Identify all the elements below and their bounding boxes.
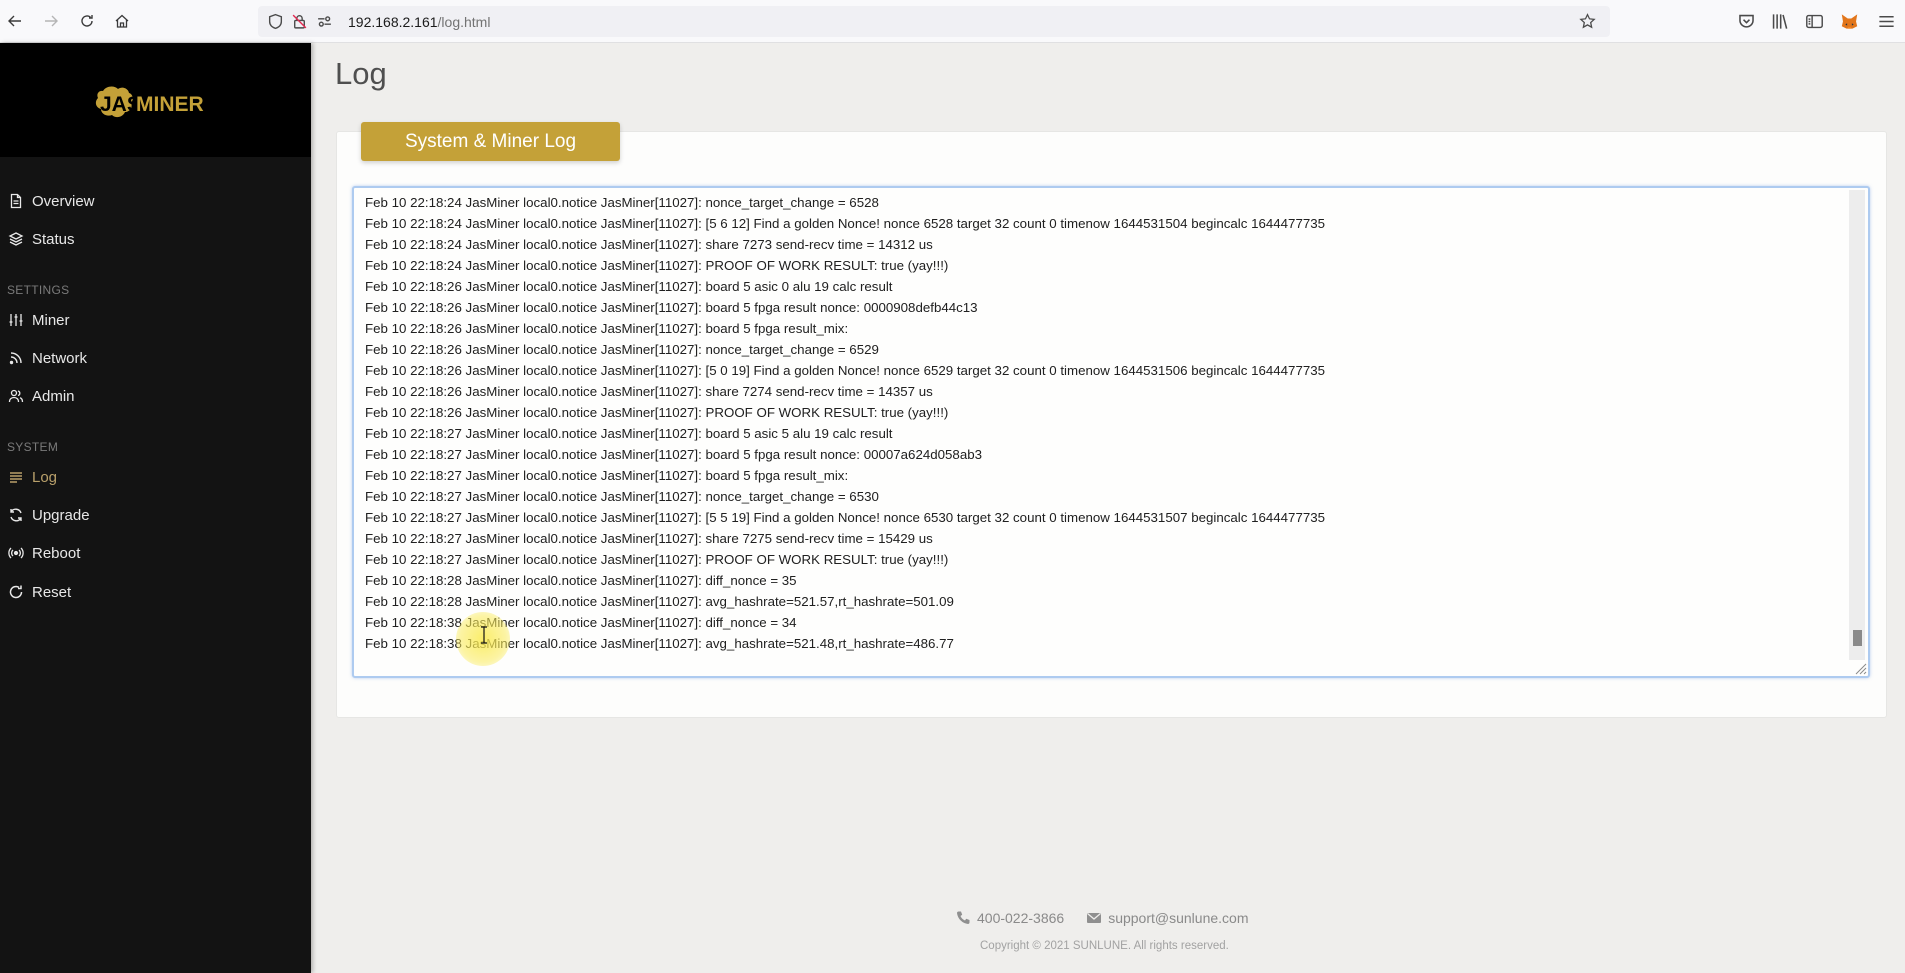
log-line: Feb 10 22:18:27 JasMiner local0.notice J… (365, 489, 879, 504)
log-line: Feb 10 22:18:26 JasMiner local0.notice J… (365, 321, 849, 336)
browser-toolbar: 192.168.2.161/log.html (0, 0, 1905, 43)
metamask-fox-icon[interactable] (1840, 12, 1859, 31)
users-icon (7, 388, 24, 405)
arrow-left-icon (8, 15, 21, 27)
reload-icon (81, 15, 93, 27)
document-icon (7, 193, 24, 210)
back-button[interactable] (4, 10, 26, 32)
logo-text-miner: MINER (136, 93, 204, 116)
log-line: Feb 10 22:18:26 JasMiner local0.notice J… (365, 342, 879, 357)
home-icon (115, 14, 129, 28)
sidebar-item-label: Log (32, 468, 58, 486)
log-lines: Feb 10 22:18:24 JasMiner local0.notice J… (365, 192, 1325, 654)
mail-icon (1087, 913, 1102, 923)
log-textarea[interactable]: Feb 10 22:18:24 JasMiner local0.notice J… (352, 186, 1870, 678)
log-line: Feb 10 22:18:24 JasMiner local0.notice J… (365, 216, 1326, 231)
log-line: Feb 10 22:18:27 JasMiner local0.notice J… (365, 531, 933, 546)
sidebar-item-overview[interactable]: Overview (7, 189, 95, 213)
log-line: Feb 10 22:18:27 JasMiner local0.notice J… (365, 552, 949, 567)
shield-icon[interactable] (267, 13, 284, 30)
copyright-text: Copyright © 2021 SUNLUNE. All rights res… (980, 940, 1229, 952)
sidebar-item-log[interactable]: Log (7, 465, 57, 489)
log-scrollbar-thumb[interactable] (1853, 630, 1862, 646)
resize-grip-icon[interactable] (1853, 661, 1867, 675)
text-cursor-icon (481, 626, 487, 644)
logo-area: JAS MINER (0, 43, 311, 157)
url-bar[interactable]: 192.168.2.161/log.html (258, 6, 1610, 37)
url-text[interactable]: 192.168.2.161/log.html (348, 14, 490, 30)
log-line: Feb 10 22:18:24 JasMiner local0.notice J… (365, 258, 949, 273)
footer-contact: 400-022-3866 support@sunlune.com (955, 910, 1248, 926)
sidebar-item-network[interactable]: Network (7, 346, 87, 370)
log-line: Feb 10 22:18:28 JasMiner local0.notice J… (365, 594, 954, 609)
sidebar-item-label: Reset (32, 583, 72, 601)
sidebar-toggle-icon[interactable] (1805, 12, 1824, 31)
sidebar-item-miner[interactable]: Miner (7, 308, 70, 332)
log-line: Feb 10 22:18:26 JasMiner local0.notice J… (365, 405, 949, 420)
layers-icon (7, 231, 24, 248)
log-line: Feb 10 22:18:27 JasMiner local0.notice J… (365, 426, 893, 441)
sidebar: JAS MINER Overview Status SETTINGS Miner… (0, 43, 311, 973)
log-line: Feb 10 22:18:24 JasMiner local0.notice J… (365, 237, 933, 252)
menu-hamburger-icon[interactable] (1877, 12, 1896, 31)
permissions-icon[interactable] (316, 13, 333, 30)
log-line: Feb 10 22:18:38 JasMiner local0.notice J… (365, 636, 954, 651)
home-button[interactable] (111, 10, 133, 32)
sidebar-item-label: Status (32, 230, 75, 248)
section-label-system: SYSTEM (7, 440, 59, 454)
rotate-icon (7, 584, 24, 601)
url-host: 192.168.2.161 (348, 14, 438, 30)
sidebar-item-label: Overview (32, 192, 95, 210)
sidebar-item-label: Admin (32, 387, 75, 405)
log-line: Feb 10 22:18:26 JasMiner local0.notice J… (365, 384, 933, 399)
log-line: Feb 10 22:18:27 JasMiner local0.notice J… (365, 510, 1326, 525)
url-path: /log.html (437, 14, 491, 30)
forward-button[interactable] (40, 10, 62, 32)
log-line: Feb 10 22:18:38 JasMiner local0.notice J… (365, 615, 797, 630)
lines-icon (7, 469, 24, 486)
phone-icon (957, 911, 970, 924)
footer-email[interactable]: support@sunlune.com (1108, 910, 1248, 926)
sidebar-item-status[interactable]: Status (7, 227, 75, 251)
jasminer-logo[interactable]: JAS MINER (91, 83, 221, 123)
sidebar-item-label: Reboot (32, 544, 81, 562)
sliders-icon (7, 312, 24, 329)
log-line: Feb 10 22:18:27 JasMiner local0.notice J… (365, 468, 849, 483)
system-miner-log-tab[interactable]: System & Miner Log (361, 122, 620, 161)
log-line: Feb 10 22:18:24 JasMiner local0.notice J… (365, 195, 879, 210)
refresh-icon (7, 507, 24, 524)
log-line: Feb 10 22:18:26 JasMiner local0.notice J… (365, 300, 978, 315)
bookmark-star-icon[interactable] (1579, 13, 1596, 30)
sidebar-item-label: Network (32, 349, 88, 367)
log-line: Feb 10 22:18:27 JasMiner local0.notice J… (365, 447, 983, 462)
logo-text-jas: JAS (100, 93, 141, 116)
sidebar-item-reboot[interactable]: Reboot (7, 541, 80, 565)
log-line: Feb 10 22:18:28 JasMiner local0.notice J… (365, 573, 797, 588)
library-icon[interactable] (1770, 12, 1789, 31)
page-title: Log (335, 56, 387, 91)
sidebar-item-reset[interactable]: Reset (7, 580, 71, 604)
sidebar-item-label: Upgrade (32, 506, 90, 524)
pocket-icon[interactable] (1737, 12, 1756, 31)
section-label-settings: SETTINGS (7, 283, 70, 297)
sidebar-item-admin[interactable]: Admin (7, 384, 75, 408)
broadcast-icon (7, 545, 24, 562)
rss-icon (7, 350, 24, 367)
reload-button[interactable] (76, 10, 98, 32)
arrow-right-icon (45, 15, 58, 27)
footer-phone[interactable]: 400-022-3866 (977, 910, 1064, 926)
sidebar-item-label: Miner (32, 311, 70, 329)
log-scrollbar[interactable] (1849, 190, 1865, 660)
log-line: Feb 10 22:18:26 JasMiner local0.notice J… (365, 363, 1326, 378)
sidebar-item-upgrade[interactable]: Upgrade (7, 503, 90, 527)
insecure-lock-icon[interactable] (291, 13, 308, 30)
log-line: Feb 10 22:18:26 JasMiner local0.notice J… (365, 279, 893, 294)
